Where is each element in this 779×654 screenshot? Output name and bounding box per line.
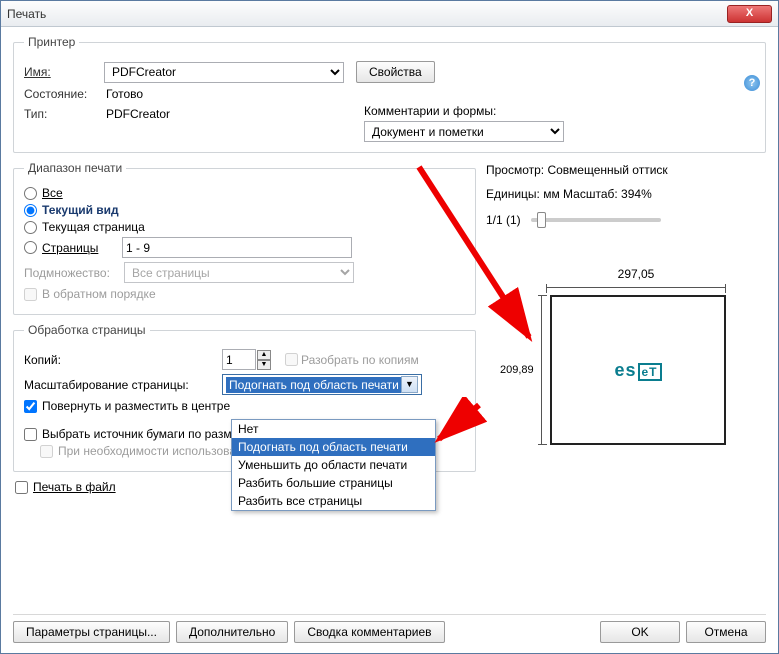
copies-label: Копий:	[24, 353, 222, 367]
page-setup-button[interactable]: Параметры страницы...	[13, 621, 170, 643]
radio-current-view[interactable]	[24, 204, 37, 217]
ok-button[interactable]: OK	[600, 621, 680, 643]
copies-input[interactable]	[222, 349, 256, 370]
printer-name-select[interactable]: PDFCreator	[104, 62, 344, 83]
radio-current-view-label: Текущий вид	[42, 203, 119, 217]
comments-label: Комментарии и формы:	[364, 104, 755, 118]
properties-button[interactable]: Свойства	[356, 61, 435, 83]
rotate-label: Повернуть и разместить в центре	[42, 399, 230, 413]
comments-select[interactable]: Документ и пометки	[364, 121, 564, 142]
status-value: Готово	[106, 87, 143, 101]
type-value: PDFCreator	[106, 107, 170, 121]
scaling-select[interactable]: Подогнать под область печати ▼	[222, 374, 422, 395]
radio-all[interactable]	[24, 187, 37, 200]
print-to-file-label: Печать в файл	[33, 480, 116, 494]
radio-current-page[interactable]	[24, 221, 37, 234]
print-to-file-checkbox[interactable]	[15, 481, 28, 494]
rotate-checkbox[interactable]	[24, 400, 37, 413]
advanced-button[interactable]: Дополнительно	[176, 621, 288, 643]
printer-group: Принтер Имя: PDFCreator Свойства Состоян…	[13, 35, 766, 153]
radio-all-label: Все	[42, 186, 63, 200]
help-icon[interactable]: ?	[744, 75, 760, 91]
summary-button[interactable]: Сводка комментариев	[294, 621, 444, 643]
dim-height: 209,89	[500, 364, 534, 376]
scaling-label: Масштабирование страницы:	[24, 378, 222, 392]
print-dialog: Печать X ? Принтер Имя: PDFCreator Свойс…	[0, 0, 779, 654]
radio-current-page-label: Текущая страница	[42, 220, 145, 234]
scaling-option-1[interactable]: Подогнать под область печати	[232, 438, 435, 456]
eset-logo: eseT	[614, 360, 661, 381]
collate-checkbox	[285, 353, 298, 366]
preview-units: Единицы: мм Масштаб: 394%	[486, 187, 766, 201]
copies-up[interactable]: ▲	[257, 350, 271, 360]
preview-title: Просмотр: Совмещенный оттиск	[486, 163, 766, 177]
subset-label: Подмножество:	[24, 266, 124, 280]
printer-legend: Принтер	[24, 35, 79, 49]
name-label: Имя:	[24, 65, 51, 79]
type-label: Тип:	[24, 107, 106, 121]
custom-source-checkbox	[40, 445, 53, 458]
reverse-label: В обратном порядке	[42, 287, 156, 301]
range-group: Диапазон печати Все Текущий вид Текущая …	[13, 161, 476, 315]
preview-panel: Просмотр: Совмещенный оттиск Единицы: мм…	[486, 163, 766, 523]
radio-pages-label: Страницы	[42, 241, 122, 255]
close-button[interactable]: X	[727, 5, 772, 23]
scaling-option-4[interactable]: Разбить все страницы	[232, 492, 435, 510]
chevron-down-icon[interactable]: ▼	[401, 376, 418, 393]
slider-thumb[interactable]	[537, 212, 546, 228]
preview-slider[interactable]	[531, 218, 661, 222]
subset-select: Все страницы	[124, 262, 354, 283]
radio-pages[interactable]	[24, 241, 37, 254]
reverse-checkbox	[24, 288, 37, 301]
titlebar: Печать X	[1, 1, 778, 27]
scaling-dropdown-list[interactable]: Нет Подогнать под область печати Уменьши…	[231, 419, 436, 511]
handling-legend: Обработка страницы	[24, 323, 150, 337]
copies-down[interactable]: ▼	[257, 360, 271, 370]
scaling-option-2[interactable]: Уменьшить до области печати	[232, 456, 435, 474]
page-indicator: 1/1 (1)	[486, 213, 521, 227]
scaling-option-3[interactable]: Разбить большие страницы	[232, 474, 435, 492]
dim-width: 297,05	[618, 267, 655, 281]
collate-label: Разобрать по копиям	[301, 353, 419, 367]
cancel-button[interactable]: Отмена	[686, 621, 766, 643]
status-label: Состояние:	[24, 87, 106, 101]
scaling-option-0[interactable]: Нет	[232, 420, 435, 438]
range-legend: Диапазон печати	[24, 161, 126, 175]
window-title: Печать	[7, 7, 727, 21]
pages-input[interactable]	[122, 237, 352, 258]
source-checkbox[interactable]	[24, 428, 37, 441]
preview-page: eseT	[550, 295, 726, 445]
